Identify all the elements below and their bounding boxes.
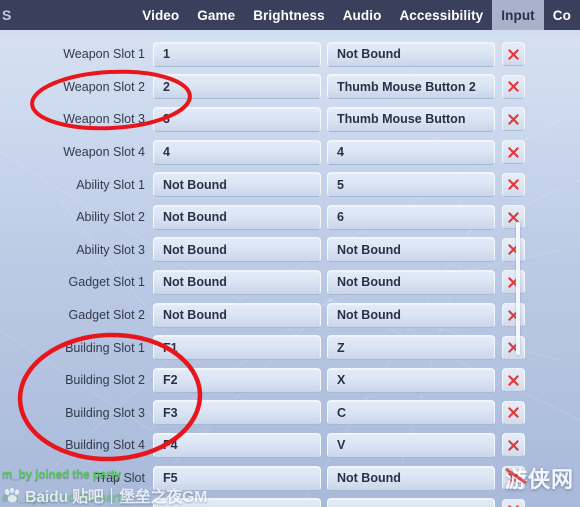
secondary-binding-field[interactable]: X bbox=[327, 367, 495, 393]
secondary-binding-field[interactable] bbox=[327, 498, 495, 507]
keybinding-row-label: Ability Slot 2 bbox=[76, 210, 145, 225]
keybinding-row-label: Building Slot 2 bbox=[65, 373, 145, 388]
keybinding-row: Weapon Slot 1 1 Not Bound bbox=[0, 38, 580, 71]
clear-binding-button[interactable] bbox=[502, 400, 525, 425]
tab-video[interactable]: Video bbox=[133, 0, 188, 30]
keybinding-row: Ability Slot 3 Not Bound Not Bound bbox=[0, 234, 580, 267]
primary-binding-field[interactable]: F3 bbox=[153, 400, 321, 426]
keybinding-row: Building Slot 3 F3 C bbox=[0, 397, 580, 430]
secondary-binding-field[interactable]: V bbox=[327, 432, 495, 458]
keybinding-row: Gadget Slot 2 Not Bound Not Bound bbox=[0, 299, 580, 332]
secondary-binding-field[interactable]: Not Bound bbox=[327, 237, 495, 263]
chat-watermark-line1: m_by joined the party bbox=[2, 469, 121, 481]
clear-binding-button[interactable] bbox=[502, 237, 525, 262]
secondary-binding-field[interactable]: Thumb Mouse Button 2 bbox=[327, 74, 495, 100]
keybinding-row-label: Weapon Slot 3 bbox=[63, 112, 145, 127]
keybinding-row-label: Ability Slot 1 bbox=[76, 177, 145, 192]
tab-brightness[interactable]: Brightness bbox=[244, 0, 334, 30]
primary-binding-field[interactable]: Not Bound bbox=[153, 204, 321, 230]
keybinding-row-label: Ability Slot 3 bbox=[76, 242, 145, 257]
keybinding-row: Ability Slot 2 Not Bound 6 bbox=[0, 201, 580, 234]
clear-binding-button[interactable] bbox=[502, 74, 525, 99]
primary-binding-field[interactable]: 3 bbox=[153, 106, 321, 132]
settings-tab-list: Video Game Brightness Audio Accessibilit… bbox=[133, 0, 580, 30]
tab-accessibility[interactable]: Accessibility bbox=[390, 0, 492, 30]
clear-binding-button[interactable] bbox=[502, 42, 525, 67]
keybinding-row: Building Slot 1 F1 Z bbox=[0, 331, 580, 364]
keybinding-row-label: Gadget Slot 2 bbox=[68, 308, 145, 323]
primary-binding-field[interactable]: F1 bbox=[153, 335, 321, 361]
clear-binding-button[interactable] bbox=[502, 140, 525, 165]
clear-binding-button[interactable] bbox=[502, 335, 525, 360]
primary-binding-field[interactable]: F4 bbox=[153, 432, 321, 458]
secondary-binding-field[interactable]: Not Bound bbox=[327, 269, 495, 295]
baidu-watermark-text: Baidu 贴吧｜堡垒之夜GM bbox=[25, 489, 208, 506]
secondary-binding-field[interactable]: Not Bound bbox=[327, 465, 495, 491]
secondary-binding-field[interactable]: 5 bbox=[327, 172, 495, 198]
watermark-red-stroke-icon bbox=[505, 467, 527, 485]
secondary-binding-field[interactable]: Not Bound bbox=[327, 302, 495, 328]
youxia-site-watermark: 游侠网 bbox=[505, 462, 574, 494]
baidu-tieba-watermark: Baidu 贴吧｜堡垒之夜GM bbox=[4, 483, 207, 507]
tab-game[interactable]: Game bbox=[188, 0, 244, 30]
clear-binding-button[interactable] bbox=[502, 172, 525, 197]
keybinding-row: Building Slot 2 F2 X bbox=[0, 364, 580, 397]
keybinding-row: Gadget Slot 1 Not Bound Not Bound bbox=[0, 266, 580, 299]
scrollbar-thumb[interactable] bbox=[516, 222, 520, 355]
keybinding-row: Weapon Slot 4 44 bbox=[0, 136, 580, 169]
clear-binding-button[interactable] bbox=[502, 303, 525, 328]
keybinding-row-label: Building Slot 3 bbox=[65, 405, 145, 420]
clear-binding-button[interactable] bbox=[502, 205, 525, 230]
keybinding-row-label: Gadget Slot 1 bbox=[68, 275, 145, 290]
primary-binding-field[interactable]: 1 bbox=[153, 41, 321, 67]
primary-binding-field[interactable]: Not Bound bbox=[153, 237, 321, 263]
secondary-binding-field[interactable]: Z bbox=[327, 335, 495, 361]
primary-binding-field[interactable]: F2 bbox=[153, 367, 321, 393]
topbar-underline-strip bbox=[0, 30, 580, 38]
clear-binding-button[interactable] bbox=[502, 433, 525, 458]
clear-binding-button[interactable] bbox=[502, 368, 525, 393]
primary-binding-field[interactable]: Not Bound bbox=[153, 269, 321, 295]
secondary-binding-field[interactable]: Thumb Mouse Button bbox=[327, 106, 495, 132]
clear-binding-button[interactable] bbox=[502, 107, 525, 132]
keybinding-row-label: Building Slot 4 bbox=[65, 438, 145, 453]
keybinding-row-label: Weapon Slot 1 bbox=[63, 47, 145, 62]
baidu-paw-icon bbox=[5, 487, 20, 502]
keybinding-row: Weapon Slot 2 2 Thumb Mouse Button 2 bbox=[0, 71, 580, 104]
primary-binding-field[interactable]: Not Bound bbox=[153, 172, 321, 198]
secondary-binding-field[interactable]: 6 bbox=[327, 204, 495, 230]
primary-binding-field[interactable]: Not Bound bbox=[153, 302, 321, 328]
keybinding-row-label: Weapon Slot 4 bbox=[63, 145, 145, 160]
settings-screen: S Video Game Brightness Audio Accessibil… bbox=[0, 0, 580, 507]
tab-input[interactable]: Input bbox=[492, 0, 544, 30]
keybinding-row: Weapon Slot 3 3 Thumb Mouse Button bbox=[0, 103, 580, 136]
keybinding-list: Weapon Slot 1 1 Not Bound Weapon Slot 2 2 Thu… bbox=[0, 38, 580, 507]
secondary-binding-field[interactable]: Not Bound bbox=[327, 41, 495, 67]
keybinding-row-label: Building Slot 1 bbox=[65, 340, 145, 355]
secondary-binding-field[interactable]: C bbox=[327, 400, 495, 426]
primary-binding-field[interactable]: 4 bbox=[153, 139, 321, 165]
secondary-binding-field[interactable]: 4 bbox=[327, 139, 495, 165]
keybinding-row: Ability Slot 1 Not Bound 5 bbox=[0, 168, 580, 201]
topbar-left-stub: S bbox=[2, 7, 12, 23]
keybinding-row-label: Weapon Slot 2 bbox=[63, 79, 145, 94]
keybinding-row: Building Slot 4 F4 V bbox=[0, 429, 580, 462]
primary-binding-field[interactable]: 2 bbox=[153, 74, 321, 100]
tab-controller[interactable]: Co bbox=[544, 0, 580, 30]
tab-audio[interactable]: Audio bbox=[334, 0, 391, 30]
clear-binding-button[interactable] bbox=[502, 270, 525, 295]
settings-top-navbar: S Video Game Brightness Audio Accessibil… bbox=[0, 0, 580, 30]
clear-binding-button[interactable] bbox=[502, 498, 525, 507]
